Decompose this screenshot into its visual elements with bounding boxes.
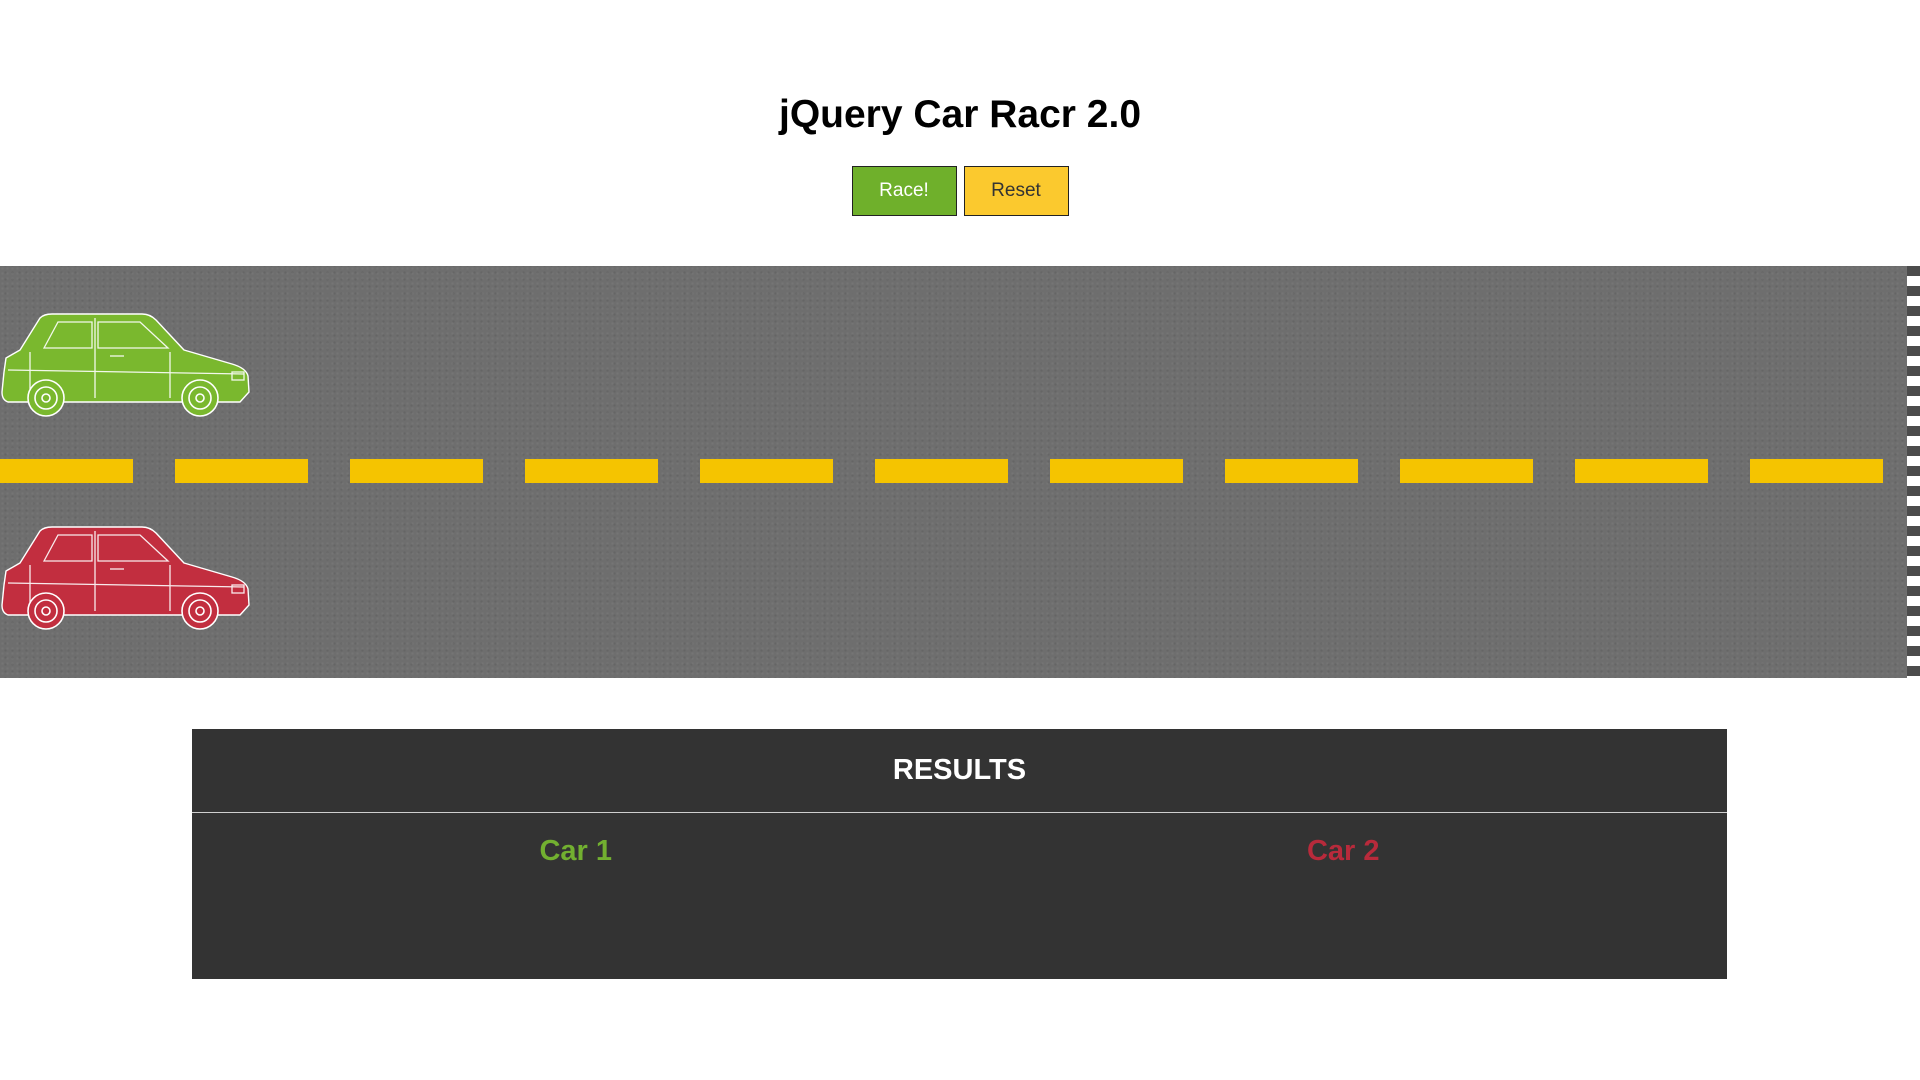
lane-dash bbox=[0, 459, 133, 483]
results-panel: RESULTS Car 1 Car 2 bbox=[192, 729, 1727, 979]
reset-button[interactable]: Reset bbox=[963, 166, 1069, 216]
lane-dash bbox=[1050, 459, 1183, 483]
lane-dash bbox=[1575, 459, 1708, 483]
car-1-result-label: Car 1 bbox=[539, 835, 613, 867]
car-2-icon bbox=[1, 526, 250, 630]
lane-dash bbox=[875, 459, 1008, 483]
lane-dash bbox=[1225, 459, 1358, 483]
lane-dash bbox=[175, 459, 308, 483]
race-track bbox=[0, 266, 1907, 678]
race-button[interactable]: Race! bbox=[851, 166, 957, 216]
results-heading: RESULTS bbox=[192, 729, 1727, 813]
lane-dash bbox=[1400, 459, 1533, 483]
lane-dash bbox=[700, 459, 833, 483]
car-1-icon bbox=[1, 313, 250, 417]
race-controls: Race! Reset bbox=[0, 166, 1920, 216]
lane-dash bbox=[1750, 459, 1883, 483]
lane-divider bbox=[0, 459, 1907, 483]
lane-dash bbox=[350, 459, 483, 483]
page-title: jQuery Car Racr 2.0 bbox=[778, 93, 1142, 136]
finish-line bbox=[1907, 266, 1920, 678]
results-columns: Car 1 Car 2 bbox=[192, 813, 1727, 868]
car-2-result-label: Car 2 bbox=[1306, 835, 1380, 867]
lane-dash bbox=[525, 459, 658, 483]
